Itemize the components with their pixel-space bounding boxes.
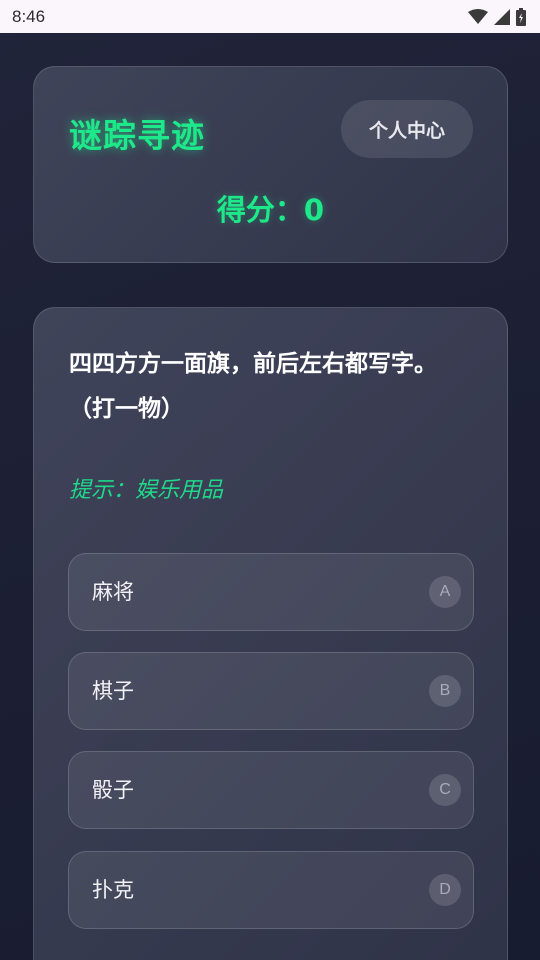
wifi-icon	[468, 8, 488, 25]
option-letter-badge: C	[429, 774, 461, 806]
option-letter-badge: A	[429, 576, 461, 608]
status-bar: 8:46	[0, 0, 540, 33]
option-c-button[interactable]: 骰子 C	[68, 751, 474, 829]
score-label: 得分：	[216, 193, 304, 227]
header-card: 谜踪寻迹 个人中心 得分：0	[33, 66, 508, 263]
battery-icon	[516, 7, 526, 26]
option-b-button[interactable]: 棋子 B	[68, 652, 474, 730]
app-title: 谜踪寻迹	[69, 116, 205, 155]
hint-text: 提示：娱乐用品	[69, 478, 224, 503]
option-label: 麻将	[92, 580, 134, 604]
signal-icon	[494, 8, 510, 25]
option-label: 扑克	[92, 878, 134, 902]
score-value: 0	[303, 193, 325, 227]
option-d-button[interactable]: 扑克 D	[68, 851, 474, 929]
question-text: 四四方方一面旗，前后左右都写字。（打一物）	[69, 351, 437, 422]
score-display: 得分：0	[34, 187, 507, 229]
option-label: 骰子	[92, 778, 134, 802]
option-letter-badge: B	[429, 675, 461, 707]
option-a-button[interactable]: 麻将 A	[68, 553, 474, 631]
option-letter-badge: D	[429, 874, 461, 906]
question-card: 四四方方一面旗，前后左右都写字。（打一物） 提示：娱乐用品 麻将 A 棋子 B …	[33, 307, 508, 960]
option-label: 棋子	[92, 679, 134, 703]
status-time: 8:46	[12, 6, 46, 26]
status-icons	[468, 7, 526, 26]
profile-button[interactable]: 个人中心	[341, 100, 473, 158]
